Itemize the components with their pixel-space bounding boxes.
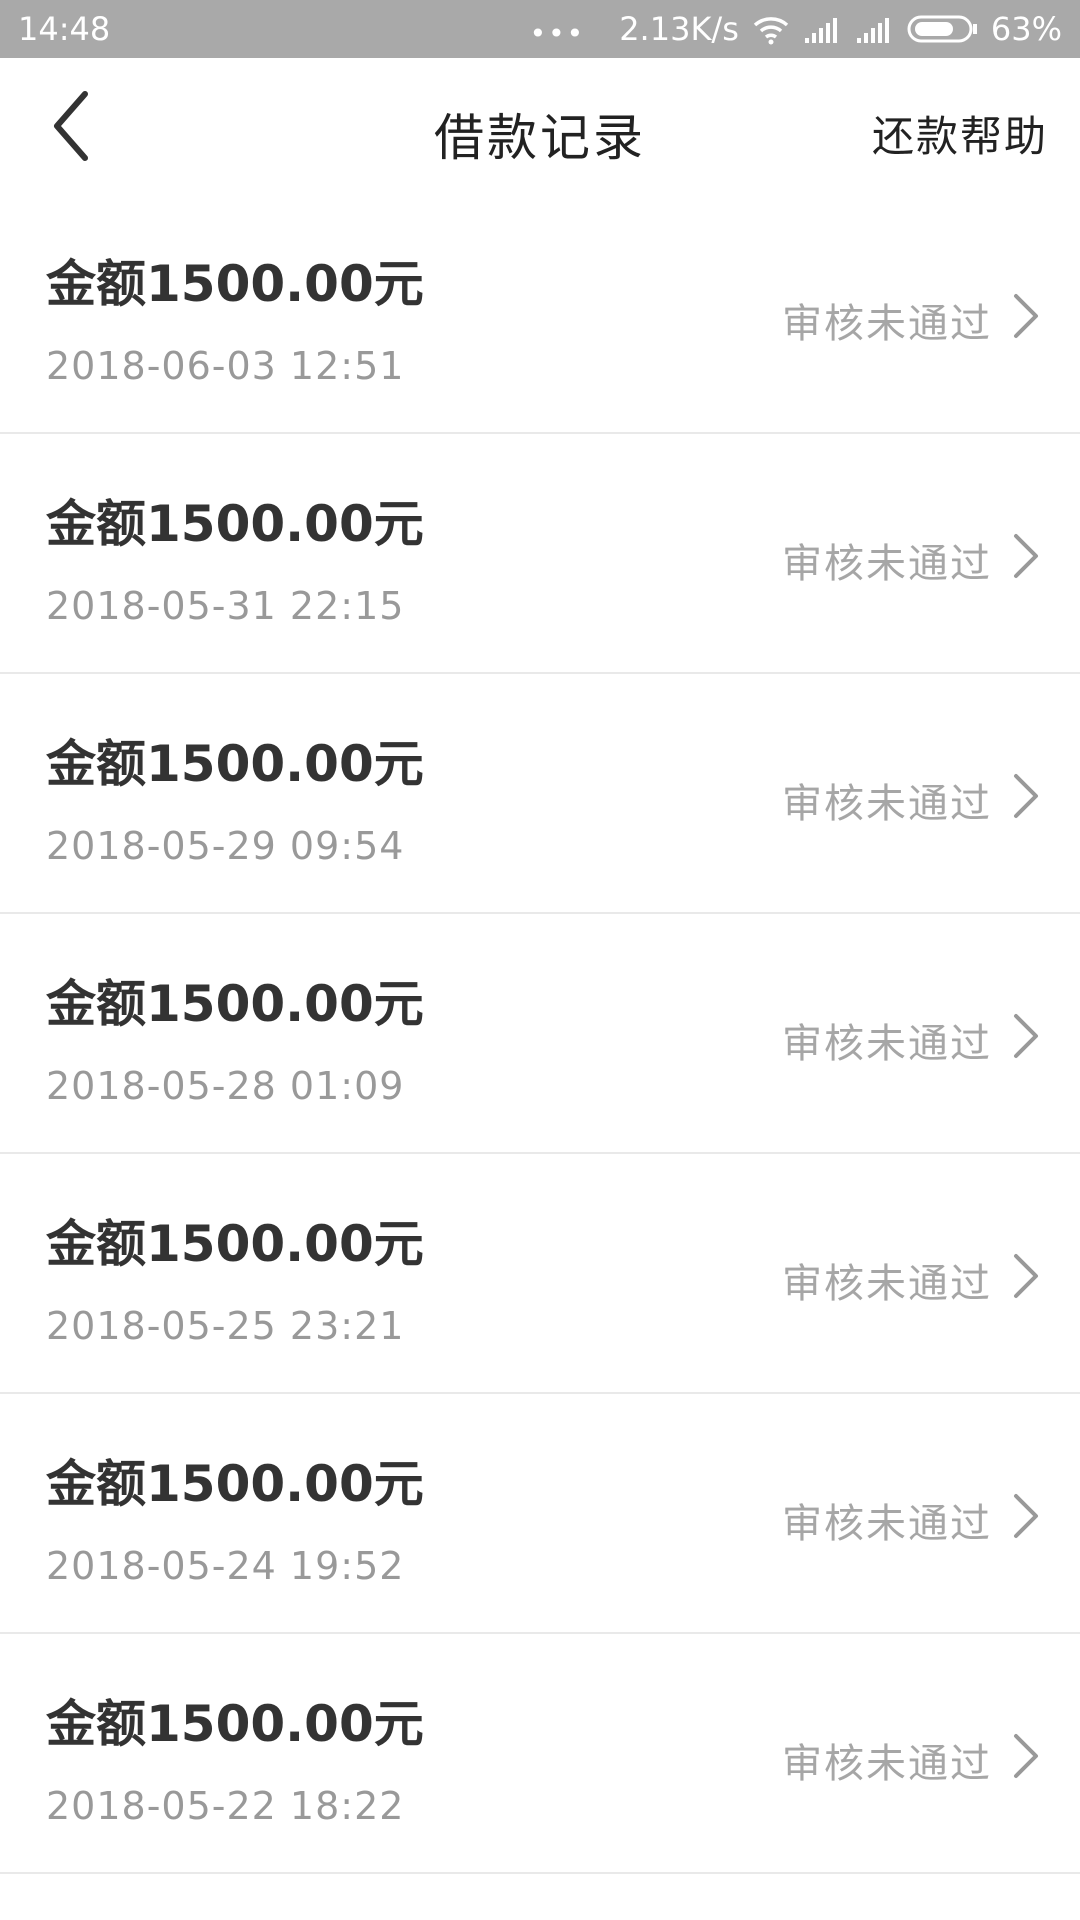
chevron-right-icon [1014,774,1038,818]
header: 借款记录 还款帮助 [0,58,1080,196]
review-status: 审核未通过 [782,1741,992,1787]
status-bar: 14:48 ••• 2.13K/s 63% [0,0,1080,58]
review-status: 审核未通过 [782,1501,992,1547]
loan-date: 2018-05-22 18:22 [46,1784,405,1828]
loan-amount: 金额1500.00元 [46,735,424,793]
chevron-right-icon [1014,1494,1038,1538]
loan-amount: 金额1500.00元 [46,255,424,313]
loan-amount: 金额1500.00元 [46,495,424,553]
signal-icon [803,14,843,44]
list-item[interactable]: 金额1500.00元 2018-05-22 18:22 审核未通过 [0,1634,1080,1874]
chevron-right-icon [1014,1734,1038,1778]
chevron-right-icon [1014,1254,1038,1298]
loan-amount: 金额1500.00元 [46,1455,424,1513]
loan-date: 2018-06-03 12:51 [46,344,405,388]
chevron-right-icon [1014,1014,1038,1058]
battery-icon [907,14,979,44]
chevron-right-icon [1014,294,1038,338]
loan-amount: 金额1500.00元 [46,975,424,1033]
network-speed: 2.13K/s [619,10,739,48]
list-item[interactable]: 金额1500.00元 2018-05-29 09:54 审核未通过 [0,674,1080,914]
wifi-icon [751,13,791,45]
more-dots-icon: ••• [529,16,586,50]
loan-date: 2018-05-25 23:21 [46,1304,405,1348]
list-item[interactable]: 金额1500.00元 2018-05-25 23:21 审核未通过 [0,1154,1080,1394]
list-item[interactable]: 金额1500.00元 2018-05-31 22:15 审核未通过 [0,434,1080,674]
loan-record-list: 金额1500.00元 2018-06-03 12:51 审核未通过 金额1500… [0,194,1080,1874]
loan-date: 2018-05-29 09:54 [46,824,405,868]
loan-date: 2018-05-31 22:15 [46,584,405,628]
loan-date: 2018-05-28 01:09 [46,1064,405,1108]
loan-amount: 金额1500.00元 [46,1215,424,1273]
signal-icon-2 [855,14,895,44]
list-item[interactable]: 金额1500.00元 2018-05-24 19:52 审核未通过 [0,1394,1080,1634]
loan-date: 2018-05-24 19:52 [46,1544,405,1588]
list-item[interactable]: 金额1500.00元 2018-05-28 01:09 审核未通过 [0,914,1080,1154]
list-item[interactable]: 金额1500.00元 2018-06-03 12:51 审核未通过 [0,194,1080,434]
repayment-help-link[interactable]: 还款帮助 [872,103,1048,164]
review-status: 审核未通过 [782,1261,992,1307]
chevron-right-icon [1014,534,1038,578]
review-status: 审核未通过 [782,781,992,827]
review-status: 审核未通过 [782,541,992,587]
screen: 14:48 ••• 2.13K/s 63% 借款记录 还款帮助 金额1500.0… [0,0,1080,1920]
review-status: 审核未通过 [782,1021,992,1067]
status-time: 14:48 [18,10,111,48]
loan-amount: 金额1500.00元 [46,1695,424,1753]
status-icons: ••• 2.13K/s 63% [530,0,1062,58]
battery-percent: 63% [990,10,1062,48]
review-status: 审核未通过 [782,301,992,347]
